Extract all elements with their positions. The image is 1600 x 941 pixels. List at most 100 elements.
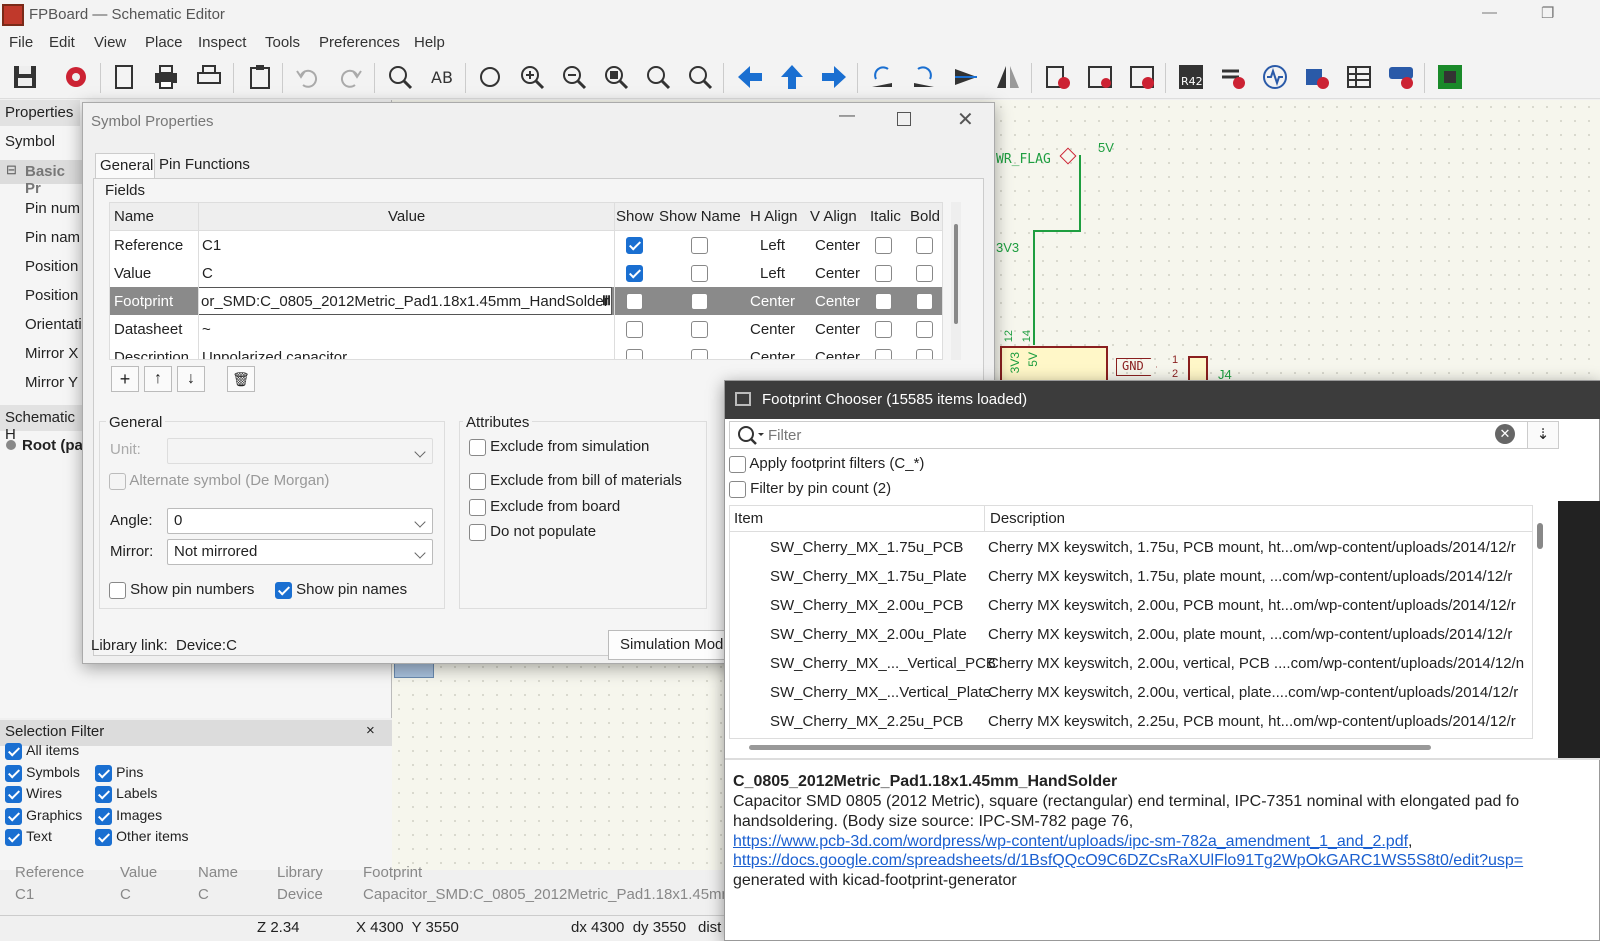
show-name-checkbox[interactable]	[691, 264, 708, 282]
show-name-checkbox[interactable]	[691, 236, 708, 254]
hierarchy-root[interactable]: Root (pa	[6, 437, 83, 454]
bold-checkbox[interactable]	[916, 264, 933, 282]
zoom-selection-icon[interactable]	[683, 60, 717, 94]
page-settings-icon[interactable]	[107, 60, 141, 94]
save-icon[interactable]	[8, 60, 42, 94]
alt-symbol-option[interactable]: Alternate symbol (De Morgan)	[109, 472, 329, 490]
filter-other-items[interactable]: Other items	[95, 828, 189, 846]
mirror-v-icon[interactable]	[949, 60, 983, 94]
footprint-preview[interactable]	[1558, 501, 1600, 759]
undo-icon[interactable]	[290, 60, 324, 94]
bold-checkbox[interactable]	[916, 348, 933, 359]
erc-icon[interactable]	[1125, 60, 1159, 94]
bold-checkbox[interactable]	[916, 292, 933, 310]
collapse-icon[interactable]: ⊟	[6, 162, 17, 178]
rotate-cw-icon[interactable]	[907, 60, 941, 94]
italic-checkbox[interactable]	[875, 292, 892, 310]
simulator-icon[interactable]	[1258, 60, 1292, 94]
italic-checkbox[interactable]	[875, 264, 892, 282]
plot-icon[interactable]	[192, 60, 226, 94]
arrow-right-icon[interactable]	[817, 60, 851, 94]
show-checkbox[interactable]	[626, 292, 643, 310]
table-icon[interactable]	[1342, 60, 1376, 94]
mirror-select[interactable]: Not mirrored	[167, 539, 433, 565]
chooser-filter-input[interactable]: Filter ✕	[729, 421, 1529, 449]
minimize-icon[interactable]: —	[1482, 4, 1497, 21]
footprint-row[interactable]: SW_Cherry_MX_2.00u_PCB Cherry MX keyswitc…	[730, 592, 1532, 621]
delete-field-button[interactable]: 🗑	[227, 366, 255, 392]
angle-select[interactable]: 0	[167, 508, 433, 534]
clear-filter-icon[interactable]: ✕	[1495, 424, 1515, 444]
simulation-model-button[interactable]: Simulation Mod	[608, 630, 738, 660]
dialog-minimize-icon[interactable]: —	[839, 107, 855, 125]
dialog-maximize-icon[interactable]	[897, 112, 911, 126]
library-browse-icon[interactable]: Ⅲ	[602, 293, 611, 309]
annotate-icon[interactable]	[1041, 60, 1075, 94]
list-hscroll-thumb[interactable]	[749, 745, 1431, 750]
tab-pin-functions[interactable]: Pin Functions	[159, 156, 250, 173]
unit-select[interactable]	[167, 438, 433, 464]
sort-icon[interactable]: ⇣	[1527, 421, 1559, 449]
rotate-ccw-icon[interactable]	[865, 60, 899, 94]
exclude-bom-option[interactable]: Exclude from bill of materials	[469, 472, 682, 490]
checkbox-all-items[interactable]	[5, 742, 22, 760]
show-pin-numbers-option[interactable]: Show pin numbers	[109, 581, 254, 599]
find-icon[interactable]	[383, 60, 417, 94]
menu-file[interactable]: File	[9, 34, 33, 51]
menu-view[interactable]: View	[94, 34, 126, 51]
filter-graphics[interactable]: Graphics	[5, 807, 82, 825]
hierarchy-tab[interactable]: Schematic H	[0, 405, 82, 443]
mirror-h-icon[interactable]	[991, 60, 1025, 94]
bold-checkbox[interactable]	[916, 320, 933, 338]
update-pcb-icon[interactable]	[1300, 60, 1334, 94]
menu-help[interactable]: Help	[414, 34, 445, 51]
filter-pins[interactable]: Pins	[95, 764, 143, 782]
footprint-row[interactable]: SW_Cherry_MX_..._Vertical_PCB Cherry MX k…	[730, 650, 1532, 679]
print-icon[interactable]	[149, 60, 183, 94]
pcb-editor-icon[interactable]	[1433, 60, 1467, 94]
menu-tools[interactable]: Tools	[265, 34, 300, 51]
bom-check-icon[interactable]	[1216, 60, 1250, 94]
move-down-button[interactable]: ↓	[177, 366, 205, 392]
redo-icon[interactable]	[334, 60, 368, 94]
fields-scrollbar[interactable]	[951, 202, 961, 360]
show-pin-names-option[interactable]: Show pin names	[275, 581, 407, 599]
show-name-checkbox[interactable]	[691, 292, 708, 310]
show-checkbox[interactable]	[626, 236, 643, 254]
show-name-checkbox[interactable]	[691, 320, 708, 338]
zoom-out-icon[interactable]	[557, 60, 591, 94]
show-checkbox[interactable]	[626, 264, 643, 282]
arrow-up-icon[interactable]	[775, 60, 809, 94]
generate-bom-icon[interactable]	[1384, 60, 1418, 94]
filter-pin-count-option[interactable]: Filter by pin count (2)	[729, 480, 891, 498]
filter-images[interactable]: Images	[95, 807, 162, 825]
bold-checkbox[interactable]	[916, 236, 933, 254]
filter-all-items[interactable]: All items	[5, 742, 79, 760]
add-field-button[interactable]: +	[111, 366, 139, 392]
assign-footprints-icon[interactable]: R42	[1174, 60, 1208, 94]
exclude-simulation-option[interactable]: Exclude from simulation	[469, 438, 649, 456]
detail-link-2[interactable]: https://docs.google.com/spreadsheets/d/1…	[733, 852, 1523, 870]
symbol-fields-icon[interactable]	[1083, 60, 1117, 94]
detail-link-1[interactable]: https://www.pcb-3d.com/wordpress/wp-cont…	[733, 833, 1413, 851]
show-checkbox[interactable]	[626, 320, 643, 338]
j4-connector[interactable]	[1188, 356, 1208, 382]
field-row-footprint[interactable]: Footprint or_SMD:C_0805_2012Metric_Pad1.…	[110, 287, 942, 315]
zoom-objects-icon[interactable]	[641, 60, 675, 94]
footprint-row[interactable]: SW_Cherry_MX_...Vertical_Plate Cherry MX …	[730, 679, 1532, 708]
tab-general[interactable]: General	[95, 153, 155, 179]
footprint-row[interactable]: SW_Cherry_MX_2.00u_Plate Cherry MX keyswi…	[730, 621, 1532, 650]
menu-edit[interactable]: Edit	[49, 34, 75, 51]
italic-checkbox[interactable]	[875, 320, 892, 338]
menu-place[interactable]: Place	[145, 34, 183, 51]
filter-text[interactable]: Text	[5, 828, 52, 846]
show-checkbox[interactable]	[626, 348, 643, 359]
apply-footprint-filters-option[interactable]: Apply footprint filters (C_*)	[729, 455, 925, 473]
properties-tab[interactable]: Properties	[0, 100, 80, 126]
zoom-fit-icon[interactable]	[599, 60, 633, 94]
schematic-setup-icon[interactable]	[59, 60, 93, 94]
field-row-reference[interactable]: Reference C1 Left Center	[110, 231, 942, 259]
menu-preferences[interactable]: Preferences	[319, 34, 400, 51]
filter-labels[interactable]: Labels	[95, 785, 157, 803]
field-row-description[interactable]: Description Unpolarized capacitor Center…	[110, 343, 942, 359]
